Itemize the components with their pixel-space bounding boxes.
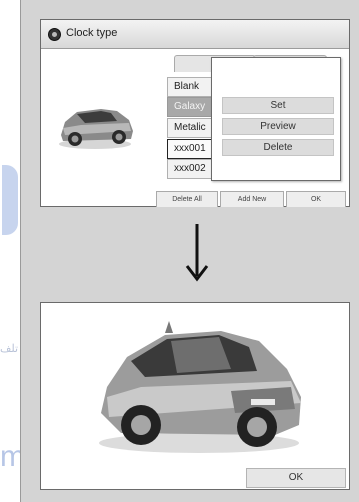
delete-all-button[interactable]: Delete All <box>156 191 218 207</box>
down-arrow-icon <box>185 224 209 282</box>
car-thumbnail <box>51 95 139 155</box>
options-popup: Set Preview Delete <box>211 57 341 181</box>
add-new-button[interactable]: Add New <box>220 191 284 207</box>
ok-button-top[interactable]: OK <box>286 191 346 207</box>
dialog-title: Clock type <box>66 27 118 39</box>
preview-button[interactable]: Preview <box>222 118 334 135</box>
preview-screen: OK <box>40 302 350 490</box>
side-watermark-shape <box>2 165 18 235</box>
car-preview-image <box>99 321 301 453</box>
dialog-titlebar: Clock type <box>41 20 349 49</box>
clock-type-dialog: Clock type Cl Blank Galaxy Metalic xxx00… <box>40 19 350 207</box>
clock-icon <box>48 28 61 41</box>
set-button[interactable]: Set <box>222 97 334 114</box>
side-watermark-text: تلف <box>0 343 19 355</box>
delete-button[interactable]: Delete <box>222 139 334 156</box>
ok-button[interactable]: OK <box>246 468 346 488</box>
